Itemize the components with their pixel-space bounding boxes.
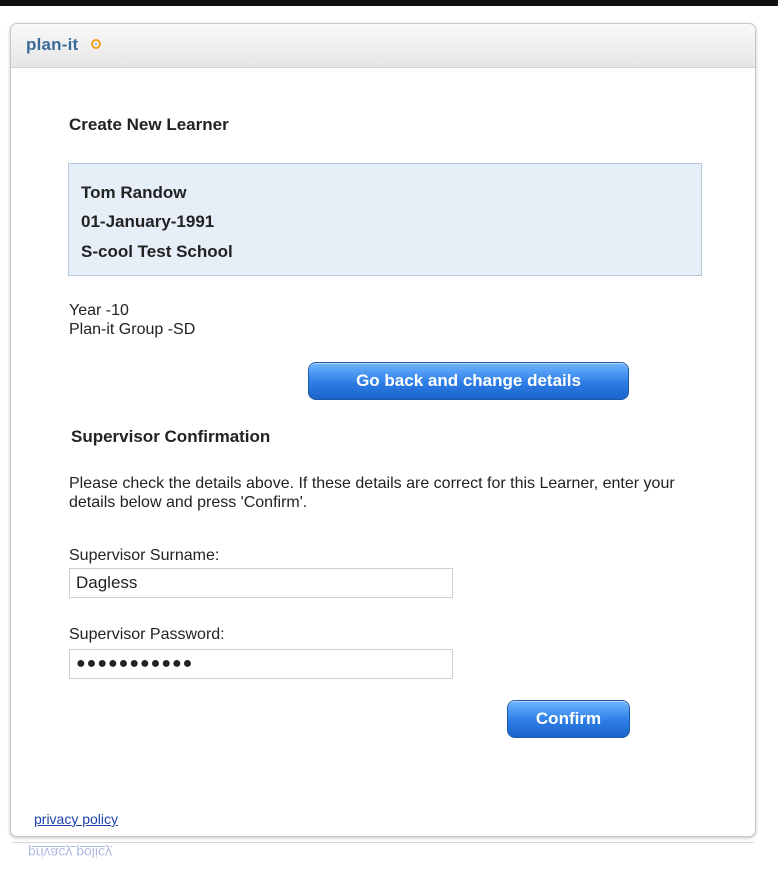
- page-title: Create New Learner: [69, 115, 229, 134]
- go-back-button[interactable]: Go back and change details: [308, 362, 629, 400]
- panel-reflection-edge: [12, 842, 754, 843]
- surname-label: Supervisor Surname:: [69, 547, 220, 564]
- surname-input[interactable]: Dagless: [69, 568, 453, 598]
- supervisor-heading: Supervisor Confirmation: [71, 427, 271, 446]
- supervisor-instructions: Please check the details above. If these…: [69, 475, 675, 511]
- password-input[interactable]: ●●●●●●●●●●●: [69, 649, 453, 679]
- confirm-button[interactable]: Confirm: [507, 700, 630, 738]
- learner-year: Year -10: [69, 302, 129, 319]
- learner-name: Tom Randow: [81, 183, 187, 202]
- password-label: Supervisor Password:: [69, 626, 225, 643]
- panel-header: plan-it: [11, 24, 755, 68]
- logo: plan-it: [26, 35, 79, 54]
- learner-summary-box: Tom Randow 01-January-1991 S-cool Test S…: [68, 163, 702, 276]
- privacy-policy-link[interactable]: privacy policy: [34, 811, 118, 827]
- target-icon: [91, 39, 101, 49]
- main-panel: plan-it Create New Learner Tom Randow 01…: [10, 23, 756, 837]
- learner-dob: 01-January-1991: [81, 212, 215, 231]
- learner-group: Plan-it Group -SD: [69, 321, 196, 338]
- top-bar: [0, 0, 778, 6]
- learner-school: S-cool Test School: [81, 242, 233, 261]
- privacy-policy-reflection: privacy policy: [28, 845, 113, 861]
